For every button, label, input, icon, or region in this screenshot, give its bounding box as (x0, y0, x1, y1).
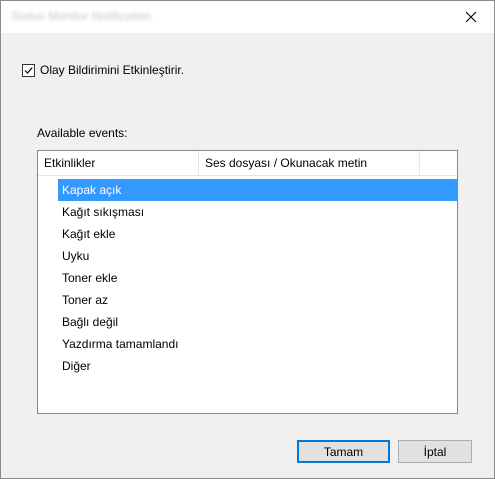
list-item[interactable]: Kapak açık (58, 179, 457, 201)
enable-notification-checkbox[interactable] (22, 63, 35, 77)
list-item[interactable]: Diğer (38, 355, 457, 377)
title-bar: Status Monitor Notification (1, 1, 494, 33)
events-list: Kapak açık Kağıt sıkışması Kağıt ekle Uy… (38, 179, 457, 377)
list-item[interactable]: Yazdırma tamamlandı (38, 333, 457, 355)
list-item[interactable]: Toner ekle (38, 267, 457, 289)
list-item[interactable]: Toner az (38, 289, 457, 311)
column-header-sound-file[interactable]: Ses dosyası / Okunacak metin (199, 151, 420, 175)
list-item[interactable]: Kağıt ekle (38, 223, 457, 245)
column-header-events[interactable]: Etkinlikler (38, 151, 199, 175)
checkmark-icon (24, 66, 33, 74)
window-title: Status Monitor Notification (11, 9, 152, 23)
listview-header: Etkinlikler Ses dosyası / Okunacak metin (38, 151, 457, 176)
list-item[interactable]: Bağlı değil (38, 311, 457, 333)
available-events-label: Available events: (37, 126, 128, 140)
close-button[interactable] (448, 1, 494, 33)
enable-notification-label: Olay Bildirimini Etkinleştirir. (40, 63, 185, 77)
cancel-button[interactable]: İptal (398, 440, 472, 463)
close-icon (465, 11, 477, 23)
events-listview[interactable]: Etkinlikler Ses dosyası / Okunacak metin… (37, 150, 458, 414)
enable-notification-row[interactable]: Olay Bildirimini Etkinleştirir. (22, 63, 184, 77)
list-item[interactable]: Uyku (38, 245, 457, 267)
ok-button[interactable]: Tamam (297, 440, 390, 463)
notification-dialog: Status Monitor Notification Olay Bildiri… (0, 0, 495, 479)
list-item[interactable]: Kağıt sıkışması (38, 201, 457, 223)
